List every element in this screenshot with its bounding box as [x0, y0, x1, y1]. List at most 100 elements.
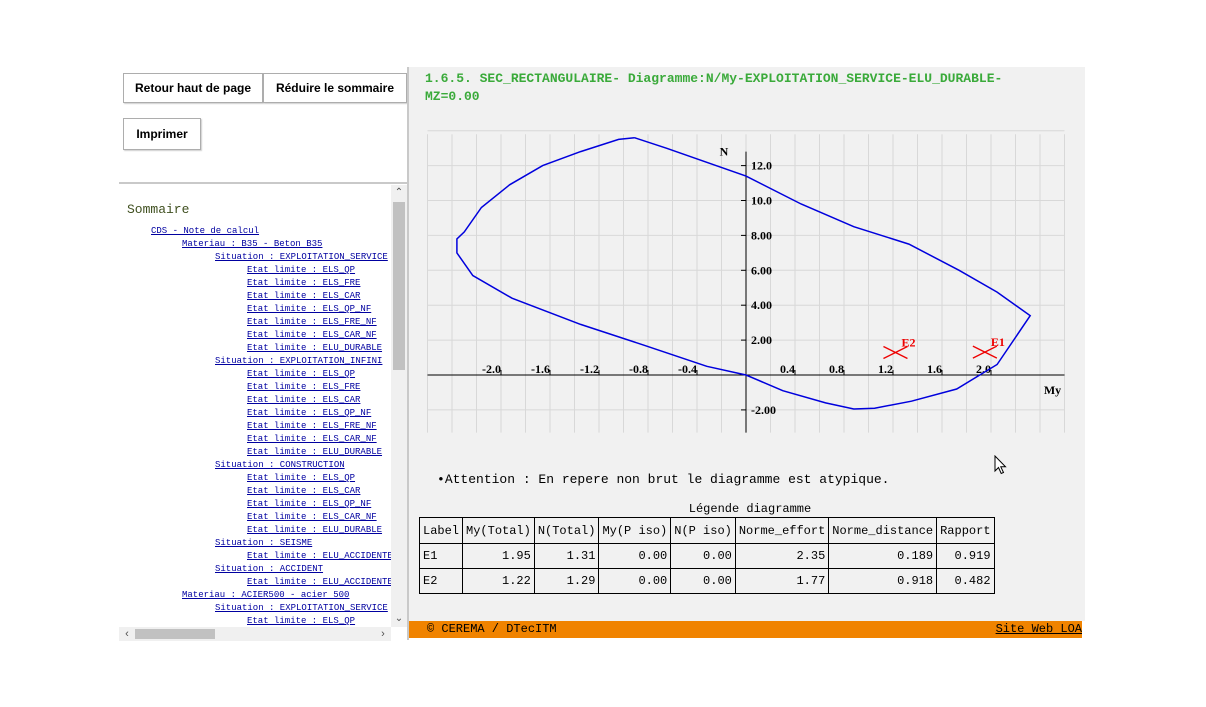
legend-column-header: My(P iso)	[598, 517, 672, 544]
summary-link[interactable]: Etat limite : ELU_DURABLE	[247, 525, 382, 536]
x-tick-label: -1.2	[580, 362, 599, 376]
y-tick-label: 6.00	[751, 263, 772, 277]
x-tick-label: 0.8	[829, 362, 844, 376]
footer: © CEREMA / DTecITM Site Web LOA	[409, 621, 1082, 638]
table-cell: 1.22	[462, 568, 535, 594]
summary-link[interactable]: Etat limite : ELS_QP	[247, 616, 355, 627]
table-cell: 0.00	[598, 543, 672, 569]
y-tick-label: -2.00	[751, 403, 776, 417]
x-tick-label: 1.6	[927, 362, 942, 376]
summary-link[interactable]: Etat limite : ELS_CAR_NF	[247, 330, 377, 341]
legend-column-header: My(Total)	[462, 517, 535, 544]
reduce-summary-button[interactable]: Réduire le sommaire	[263, 73, 407, 103]
summary-link[interactable]: Etat limite : ELS_FRE	[247, 382, 360, 393]
summary-link[interactable]: Situation : EXPLOITATION_SERVICE	[215, 603, 388, 614]
scroll-down-icon[interactable]: ⌄	[391, 611, 407, 627]
x-tick-label: -2.0	[482, 362, 501, 376]
table-row: E1 1.95 1.31 0.00 0.00 2.35 0.189 0.919	[418, 543, 995, 569]
legend-column-header: Norme_distance	[828, 517, 938, 544]
table-cell: 0.00	[598, 568, 672, 594]
legend-column-header: N(Total)	[533, 517, 600, 544]
legend-caption: Légende diagramme	[688, 502, 812, 516]
report-content: 1.6.5. SEC_RECTANGULAIRE- Diagramme:N/My…	[409, 67, 1085, 621]
scroll-up-icon[interactable]: ⌃	[391, 185, 407, 201]
y-tick-label: 4.00	[751, 298, 772, 312]
x-tick-label: 0.4	[780, 362, 795, 376]
table-cell: E1	[418, 543, 464, 569]
summary-link[interactable]: Etat limite : ELS_CAR	[247, 291, 360, 302]
x-axis-label: My	[1044, 383, 1061, 397]
scrollbar-thumb[interactable]	[393, 202, 405, 370]
point-label: E2	[901, 335, 915, 349]
scroll-left-icon[interactable]: ‹	[119, 627, 135, 641]
scroll-right-icon[interactable]: ›	[375, 627, 391, 641]
x-tick-label: -0.8	[629, 362, 648, 376]
summary-link[interactable]: Etat limite : ELS_QP	[247, 473, 355, 484]
summary-link[interactable]: Etat limite : ELU_ACCIDENTEL	[247, 577, 391, 588]
summary-link[interactable]: Etat limite : ELS_FRE_NF	[247, 421, 377, 432]
table-cell: 0.918	[828, 568, 938, 594]
point-label: E1	[991, 335, 1005, 349]
summary-link[interactable]: Materiau : B35 - Beton B35	[182, 239, 322, 250]
summary-link[interactable]: CDS - Note de calcul	[151, 226, 259, 237]
print-button[interactable]: Imprimer	[123, 118, 201, 150]
summary-panel: Sommaire CDS - Note de calcul Materiau : …	[119, 185, 409, 641]
section-heading: 1.6.5. SEC_RECTANGULAIRE- Diagramme:N/My…	[425, 71, 1003, 104]
table-cell: E2	[418, 568, 464, 594]
y-axis-label: N	[720, 145, 729, 159]
site-web-link[interactable]: Site Web LOA	[996, 622, 1082, 636]
summary-link[interactable]: Etat limite : ELS_CAR	[247, 486, 360, 497]
table-cell: 0.189	[828, 543, 938, 569]
table-row: E2 1.22 1.29 0.00 0.00 1.77 0.918 0.482	[418, 568, 995, 594]
legend-column-header: N(P iso)	[670, 517, 736, 544]
summary-link[interactable]: Situation : ACCIDENT	[215, 564, 323, 575]
warning-note: •Attention : En repere non brut le diagr…	[437, 472, 890, 487]
table-cell: 0.919	[936, 543, 995, 569]
summary-title: Sommaire	[127, 202, 190, 217]
table-cell: 0.00	[670, 568, 736, 594]
mouse-cursor-icon	[994, 455, 1007, 475]
legend-table-header: Label My(Total) N(Total) My(P iso) N(P iso) N…	[418, 517, 995, 544]
summary-link[interactable]: Etat limite : ELU_ACCIDENTEL	[247, 551, 391, 562]
x-tick-label: -0.4	[678, 362, 697, 376]
y-tick-label: 10.0	[751, 194, 772, 208]
interaction-diagram-chart: -2.0 -1.6 -1.2 -0.8 -0.4 0.4 0.8 1.2 1.6 2.012.01…	[427, 130, 1065, 433]
summary-link[interactable]: Etat limite : ELS_QP	[247, 265, 355, 276]
summary-link[interactable]: Etat limite : ELS_QP_NF	[247, 408, 371, 419]
left-panel-separator	[119, 182, 409, 184]
legend-column-header: Label	[418, 517, 464, 544]
summary-link[interactable]: Situation : SEISME	[215, 538, 312, 549]
summary-link[interactable]: Etat limite : ELS_CAR_NF	[247, 434, 377, 445]
table-cell: 1.77	[734, 568, 830, 594]
table-cell: 1.31	[533, 543, 600, 569]
summary-link[interactable]: Situation : EXPLOITATION_SERVICE	[215, 252, 388, 263]
table-cell: 2.35	[734, 543, 830, 569]
summary-link[interactable]: Etat limite : ELS_QP_NF	[247, 499, 371, 510]
summary-link[interactable]: Etat limite : ELS_FRE_NF	[247, 317, 377, 328]
summary-link[interactable]: Situation : EXPLOITATION_INFINI	[215, 356, 382, 367]
table-cell: 1.95	[462, 543, 535, 569]
summary-link[interactable]: Etat limite : ELS_FRE	[247, 278, 360, 289]
table-cell: 1.29	[533, 568, 600, 594]
summary-link[interactable]: Etat limite : ELS_QP_NF	[247, 304, 371, 315]
y-tick-label: 2.00	[751, 333, 772, 347]
summary-link[interactable]: Situation : CONSTRUCTION	[215, 460, 345, 471]
scrollbar-thumb[interactable]	[135, 629, 215, 639]
y-tick-label: 8.00	[751, 228, 772, 242]
summary-horizontal-scrollbar[interactable]: ‹ ›	[119, 627, 391, 641]
legend-column-header: Norme_effort	[734, 517, 830, 544]
x-tick-label: -1.6	[531, 362, 550, 376]
summary-link[interactable]: Etat limite : ELU_DURABLE	[247, 447, 382, 458]
summary-link[interactable]: Etat limite : ELU_DURABLE	[247, 343, 382, 354]
summary-content: Sommaire CDS - Note de calcul Materiau : …	[119, 185, 391, 627]
warning-text: Attention : En repere non brut le diagra…	[444, 472, 890, 487]
copyright-text: © CEREMA / DTecITM	[427, 622, 557, 636]
legend-table-body: E1 1.95 1.31 0.00 0.00 2.35 0.189 0.919 E2 1.22 1.…	[418, 543, 995, 594]
summary-link[interactable]: Etat limite : ELS_CAR_NF	[247, 512, 377, 523]
summary-vertical-scrollbar[interactable]: ⌃ ⌄	[391, 185, 407, 627]
table-cell: 0.00	[670, 543, 736, 569]
back-to-top-button[interactable]: Retour haut de page	[123, 73, 263, 103]
summary-link[interactable]: Materiau : ACIER500 - acier 500	[182, 590, 349, 601]
summary-link[interactable]: Etat limite : ELS_QP	[247, 369, 355, 380]
summary-link[interactable]: Etat limite : ELS_CAR	[247, 395, 360, 406]
